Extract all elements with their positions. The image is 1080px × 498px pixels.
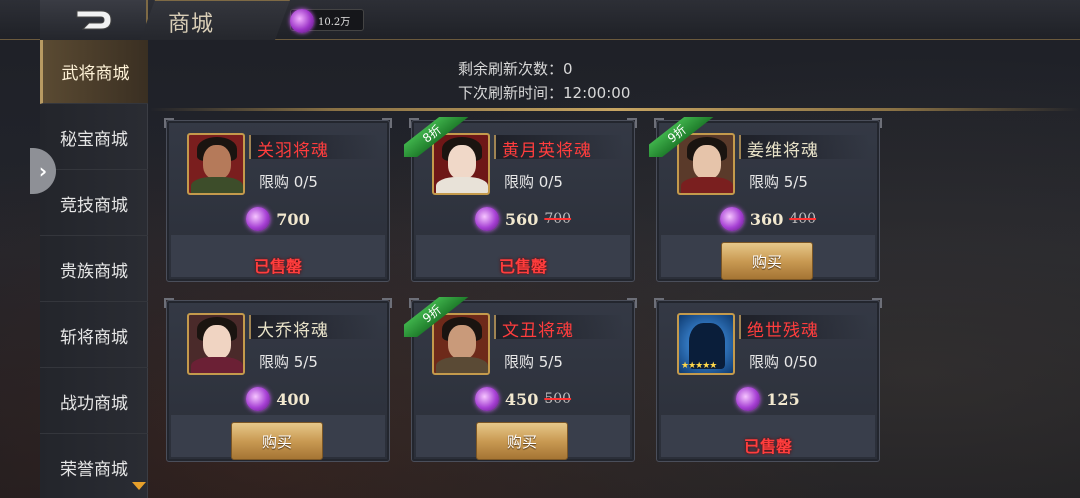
price-row: 700 — [167, 207, 389, 231]
back-arrow-icon — [76, 10, 112, 30]
price: 450 — [504, 389, 539, 409]
sidebar-item-slay-shop[interactable]: 斩将商城 — [40, 304, 148, 368]
item-name: 文丑将魂 — [502, 321, 574, 341]
discount-ribbon: 9折 — [649, 117, 719, 157]
sidebar-item-label: 贵族商城 — [60, 262, 128, 282]
purchase-limit: 限购 5/5 — [259, 353, 318, 371]
item-name: 黄月英将魂 — [502, 141, 592, 161]
shop-card-daqiao: 大乔将魂 限购 5/5 400 购买 — [164, 298, 392, 462]
title-tab — [140, 0, 290, 40]
sidebar-item-label: 武将商城 — [61, 64, 130, 84]
purchase-limit: 限购 0/5 — [504, 173, 563, 191]
item-name: 关羽将魂 — [257, 141, 329, 161]
soul-gem-icon — [719, 207, 744, 231]
original-price: 700 — [544, 211, 572, 227]
price: 125 — [766, 389, 800, 409]
daqiao-portrait-icon[interactable] — [187, 313, 245, 375]
currency-amount: 10.2万 — [318, 17, 351, 28]
sold-out-label: 已售罄 — [253, 257, 302, 276]
peerless-soul-icon[interactable]: ★★★★★ — [677, 313, 735, 375]
sidebar-item-arena-shop[interactable]: 竞技商城 — [40, 172, 148, 236]
divider — [150, 108, 1080, 111]
guanyu-portrait-icon[interactable] — [187, 133, 245, 195]
sidebar-item-label: 战功商城 — [60, 394, 128, 414]
soul-gem-icon — [474, 207, 499, 231]
buy-button[interactable]: 购买 — [476, 422, 568, 460]
item-name: 绝世残魂 — [747, 321, 819, 341]
item-name: 大乔将魂 — [257, 321, 329, 341]
soul-gem-icon — [474, 387, 499, 411]
original-price: 500 — [544, 391, 572, 407]
soul-gem-icon — [736, 387, 761, 411]
discount-ribbon: 8折 — [404, 117, 474, 157]
sidebar-item-noble-shop[interactable]: 贵族商城 — [40, 238, 148, 302]
discount-label: 8折 — [404, 117, 470, 157]
purchase-limit: 限购 0/50 — [749, 353, 818, 371]
item-name: 姜维将魂 — [747, 141, 819, 161]
refresh-next-time: 下次刷新时间：12:00:00 — [458, 84, 631, 102]
shop-sidebar: 武将商城 秘宝商城 竞技商城 贵族商城 斩将商城 战功商城 荣誉商城 — [40, 40, 148, 498]
purchase-limit: 限购 0/5 — [259, 173, 318, 191]
back-button[interactable] — [40, 0, 148, 40]
purchase-limit: 限购 5/5 — [504, 353, 563, 371]
price: 700 — [276, 209, 310, 229]
buy-button[interactable]: 购买 — [721, 242, 813, 280]
discount-label: 9折 — [649, 117, 715, 157]
sold-out-label: 已售罄 — [743, 437, 792, 456]
star-rating-icon: ★★★★★ — [681, 361, 717, 371]
price-row: 400 — [167, 387, 389, 411]
soul-gem-icon — [246, 387, 271, 411]
refresh-remaining: 剩余刷新次数：0 — [458, 60, 573, 78]
buy-button[interactable]: 购买 — [231, 422, 323, 460]
original-price: 400 — [789, 211, 817, 227]
sold-out-label: 已售罄 — [498, 257, 547, 276]
shop-card-wenchou: 9折 文丑将魂 限购 5/5 450 500 购买 — [404, 297, 637, 462]
sidebar-item-merit-shop[interactable]: 战功商城 — [40, 370, 148, 434]
sidebar-item-label: 斩将商城 — [60, 328, 128, 348]
shop-card-huangyueying: 8折 黄月英将魂 限购 0/5 560 700 已售罄 — [404, 117, 637, 282]
soul-gem-icon — [290, 9, 314, 33]
price: 400 — [276, 389, 310, 409]
shop-card-jiangwei: 9折 姜维将魂 限购 5/5 360 400 购买 — [649, 117, 882, 282]
shop-card-peerless-soul: ★★★★★ 绝世残魂 限购 0/50 125 已售罄 — [654, 298, 882, 462]
discount-label: 9折 — [404, 297, 470, 337]
price-row: 560 700 — [412, 207, 634, 231]
price-row: 125 — [657, 387, 879, 411]
price-row: 360 400 — [657, 207, 879, 231]
shop-card-guanyu: 关羽将魂 限购 0/5 700 已售罄 — [164, 118, 392, 282]
sidebar-item-treasure-shop[interactable]: 秘宝商城 — [40, 106, 148, 170]
sidebar-item-general-shop[interactable]: 武将商城 — [40, 40, 148, 104]
sidebar-item-label: 秘宝商城 — [60, 130, 128, 150]
chevron-right-icon: › — [38, 159, 48, 183]
price-row: 450 500 — [412, 387, 634, 411]
sidebar-item-label: 荣誉商城 — [60, 460, 128, 480]
sidebar-item-label: 竞技商城 — [60, 196, 128, 216]
discount-ribbon: 9折 — [404, 297, 474, 337]
page-title: 商城 — [168, 12, 215, 37]
price: 360 — [749, 209, 784, 229]
price: 560 — [504, 209, 539, 229]
purchase-limit: 限购 5/5 — [749, 173, 808, 191]
soul-gem-icon — [246, 207, 271, 231]
scroll-down-arrow-icon[interactable] — [132, 482, 146, 490]
